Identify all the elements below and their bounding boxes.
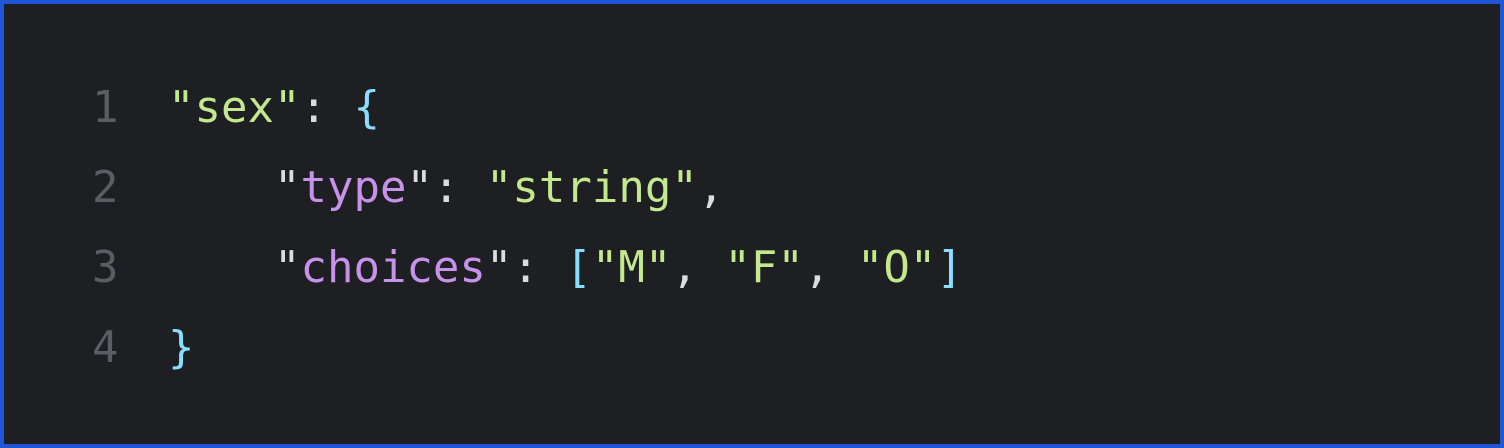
code-token-punc: "	[406, 162, 433, 213]
code-line-content: "type": "string",	[168, 148, 724, 228]
code-token-punc: :	[432, 162, 486, 213]
code-token-str: "F"	[724, 242, 804, 293]
code-token-str: "sex"	[168, 82, 301, 133]
code-token-punc: "	[273, 162, 301, 213]
code-token-punc: ,	[671, 242, 725, 293]
code-line: 4}	[92, 308, 963, 388]
code-token-punc: "	[485, 242, 513, 293]
code-editor: 1 "sex": {2 "type": "string", 3 "choices":…	[92, 68, 963, 388]
code-token-str: "M"	[591, 242, 672, 293]
line-number: 1	[92, 82, 119, 133]
code-line: 1 "sex": {	[92, 68, 963, 148]
code-line-content: "choices": ["M", "F", "O"]	[168, 228, 963, 308]
code-token-brace: }	[168, 322, 195, 373]
code-line: 2 "type": "string",	[92, 148, 963, 228]
code-token-punc: ,	[803, 242, 857, 293]
line-number: 2	[92, 162, 119, 213]
code-token-key: choices	[300, 242, 486, 293]
line-number: 4	[92, 322, 119, 373]
code-token-str: "O"	[856, 242, 937, 293]
code-line-content: }	[168, 308, 195, 388]
code-token-punc	[168, 242, 274, 293]
code-token-brace: ]	[936, 242, 963, 293]
line-number: 3	[92, 242, 119, 293]
code-token-brace: {	[353, 82, 380, 133]
code-token-str: "string"	[485, 162, 698, 213]
code-block-frame: 1 "sex": {2 "type": "string", 3 "choices":…	[0, 0, 1504, 448]
code-token-punc: :	[300, 82, 354, 133]
code-line: 3 "choices": ["M", "F", "O"]	[92, 228, 963, 308]
code-token-punc: ,	[697, 162, 725, 213]
code-token-punc: :	[512, 242, 566, 293]
code-line-content: "sex": {	[168, 68, 380, 148]
code-token-punc: "	[273, 242, 301, 293]
code-token-brace: [	[565, 242, 592, 293]
code-token-key: type	[300, 162, 407, 213]
code-token-punc	[168, 162, 274, 213]
